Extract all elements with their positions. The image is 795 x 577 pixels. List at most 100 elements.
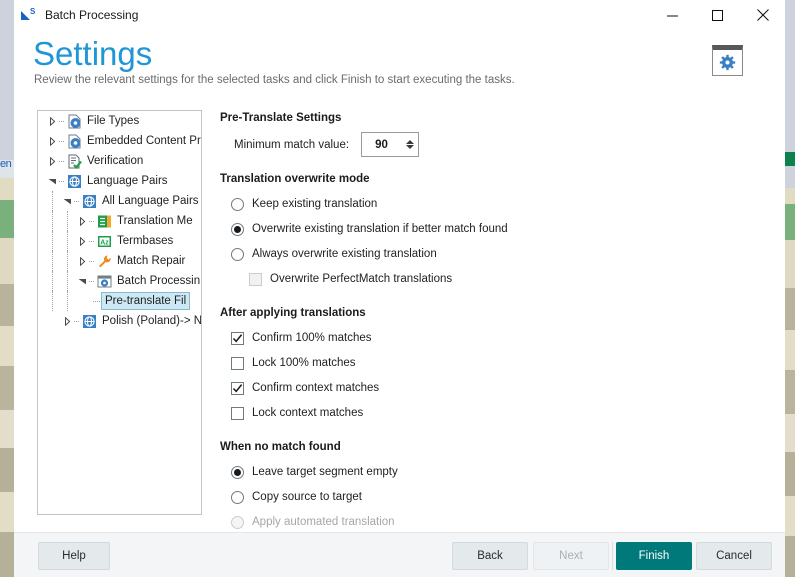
language-pairs-icon <box>66 173 82 189</box>
checkbox-confirm-context-matches[interactable]: Confirm context matches <box>231 377 620 399</box>
chevron-right-icon[interactable] <box>76 251 89 271</box>
cancel-button[interactable]: Cancel <box>696 542 772 570</box>
footer-separator <box>612 542 613 570</box>
tree-item-pre-translate-files[interactable]: Pre-translate Fil <box>38 291 201 311</box>
checkbox-lock-context-matches[interactable]: Lock context matches <box>231 402 620 424</box>
checkbox-label: Lock 100% matches <box>252 357 356 369</box>
translation-overwrite-mode-heading: Translation overwrite mode <box>220 173 370 185</box>
minimize-icon[interactable] <box>650 0 695 30</box>
page-title: Settings <box>33 35 153 72</box>
tree-item-polish-poland[interactable]: Polish (Poland)-> N <box>38 311 201 331</box>
chevron-right-icon[interactable] <box>46 131 59 151</box>
radio-overwrite-if-better-match[interactable]: Overwrite existing translation if better… <box>231 218 620 240</box>
stepper-arrows-icon[interactable] <box>401 133 418 156</box>
minimum-match-value-row: Minimum match value: 90 <box>234 132 620 157</box>
radio-keep-existing-translation[interactable]: Keep existing translation <box>231 193 620 215</box>
tree-item-label: File Types <box>87 115 140 127</box>
tree-connector <box>59 111 66 131</box>
help-button[interactable]: Help <box>38 542 110 570</box>
finish-button[interactable]: Finish <box>616 542 692 570</box>
tree-item-label: Termbases <box>117 235 174 247</box>
checkbox-icon[interactable] <box>231 356 244 370</box>
radio-icon[interactable] <box>231 197 244 211</box>
radio-apply-automated-translation: Apply automated translation <box>231 511 620 533</box>
radio-icon-selected[interactable] <box>231 465 244 479</box>
radio-icon[interactable] <box>231 247 244 261</box>
back-button[interactable]: Back <box>452 542 528 570</box>
checkbox-label: Confirm context matches <box>252 382 380 394</box>
window-title: Batch Processing <box>45 8 139 22</box>
checkbox-confirm-100-matches[interactable]: Confirm 100% matches <box>231 327 620 349</box>
maximize-icon[interactable] <box>695 0 740 30</box>
chevron-down-icon[interactable] <box>46 171 59 191</box>
chevron-right-icon[interactable] <box>76 211 89 231</box>
language-pairs-icon <box>81 313 97 329</box>
background-app-right-strip <box>785 0 795 577</box>
checkbox-label: Lock context matches <box>252 407 364 419</box>
checkbox-overwrite-perfectmatch[interactable]: Overwrite PerfectMatch translations <box>249 268 620 290</box>
tree-connector <box>89 231 96 251</box>
chevron-down-icon[interactable] <box>61 191 74 211</box>
when-no-match-found-heading: When no match found <box>220 441 341 453</box>
title-bar: S Batch Processing <box>14 0 785 30</box>
background-text-fragment: en <box>0 158 12 170</box>
chevron-right-icon[interactable] <box>76 231 89 251</box>
close-icon[interactable] <box>740 0 785 30</box>
tree-item-match-repair[interactable]: Match Repair <box>38 251 201 271</box>
translation-memory-icon <box>96 213 112 229</box>
radio-label: Keep existing translation <box>252 198 378 210</box>
settings-tree[interactable]: File Types Embedded Content Pro Verifica… <box>37 110 202 515</box>
chevron-right-icon[interactable] <box>61 311 74 331</box>
tree-item-termbases[interactable]: Az Termbases <box>38 231 201 251</box>
radio-always-overwrite[interactable]: Always overwrite existing translation <box>231 243 620 265</box>
tree-connector <box>59 171 66 191</box>
tree-item-verification[interactable]: Verification <box>38 151 201 171</box>
tree-item-label: Pre-translate Fil <box>101 292 191 310</box>
tree-connector <box>59 151 66 171</box>
radio-icon-disabled <box>231 515 244 529</box>
checkbox-lock-100-matches[interactable]: Lock 100% matches <box>231 352 620 374</box>
minimum-match-value-input[interactable]: 90 <box>362 139 401 151</box>
radio-icon-selected[interactable] <box>231 222 244 236</box>
minimum-match-value-stepper[interactable]: 90 <box>361 132 420 157</box>
checkbox-label: Confirm 100% matches <box>252 332 372 344</box>
tree-connector <box>74 191 81 211</box>
tree-item-batch-processing[interactable]: Batch Processin <box>38 271 201 291</box>
radio-label: Always overwrite existing translation <box>252 248 437 260</box>
dialog-footer: Help Back Next Finish Cancel <box>14 532 785 577</box>
checkbox-icon-checked[interactable] <box>231 381 244 395</box>
radio-label: Leave target segment empty <box>252 466 398 478</box>
verification-icon <box>66 153 82 169</box>
radio-icon[interactable] <box>231 490 244 504</box>
tree-connector <box>59 131 66 151</box>
checkbox-icon-checked[interactable] <box>231 331 244 345</box>
tree-item-label: All Language Pairs <box>102 195 199 207</box>
gear-icon[interactable] <box>712 45 743 76</box>
tree-item-all-language-pairs[interactable]: All Language Pairs <box>38 191 201 211</box>
tree-item-embedded-content-processors[interactable]: Embedded Content Pro <box>38 131 201 151</box>
tree-item-label: Verification <box>87 155 144 167</box>
radio-label: Copy source to target <box>252 491 362 503</box>
tree-connector <box>74 311 81 331</box>
window-controls <box>650 0 785 30</box>
batch-processing-dialog: en S Batch Processing Settings Review th… <box>0 0 795 577</box>
chevron-right-icon[interactable] <box>46 151 59 171</box>
chevron-right-icon[interactable] <box>46 111 59 131</box>
match-repair-icon <box>96 253 112 269</box>
radio-label: Apply automated translation <box>252 516 395 528</box>
language-pairs-icon <box>81 193 97 209</box>
radio-leave-target-segment-empty[interactable]: Leave target segment empty <box>231 461 620 483</box>
radio-label: Overwrite existing translation if better… <box>252 223 508 235</box>
tree-connector <box>89 271 96 291</box>
minimum-match-value-label: Minimum match value: <box>234 138 350 151</box>
tree-item-file-types[interactable]: File Types <box>38 111 201 131</box>
page-subtitle: Review the relevant settings for the sel… <box>34 74 515 86</box>
tree-item-language-pairs[interactable]: Language Pairs <box>38 171 201 191</box>
checkbox-icon[interactable] <box>249 272 262 286</box>
radio-copy-source-to-target[interactable]: Copy source to target <box>231 486 620 508</box>
checkbox-icon[interactable] <box>231 406 244 420</box>
settings-pane: Pre-Translate Settings Minimum match val… <box>220 112 620 536</box>
tree-item-translation-memories[interactable]: Translation Me <box>38 211 201 231</box>
chevron-down-icon[interactable] <box>76 271 89 291</box>
embedded-content-icon <box>66 133 82 149</box>
